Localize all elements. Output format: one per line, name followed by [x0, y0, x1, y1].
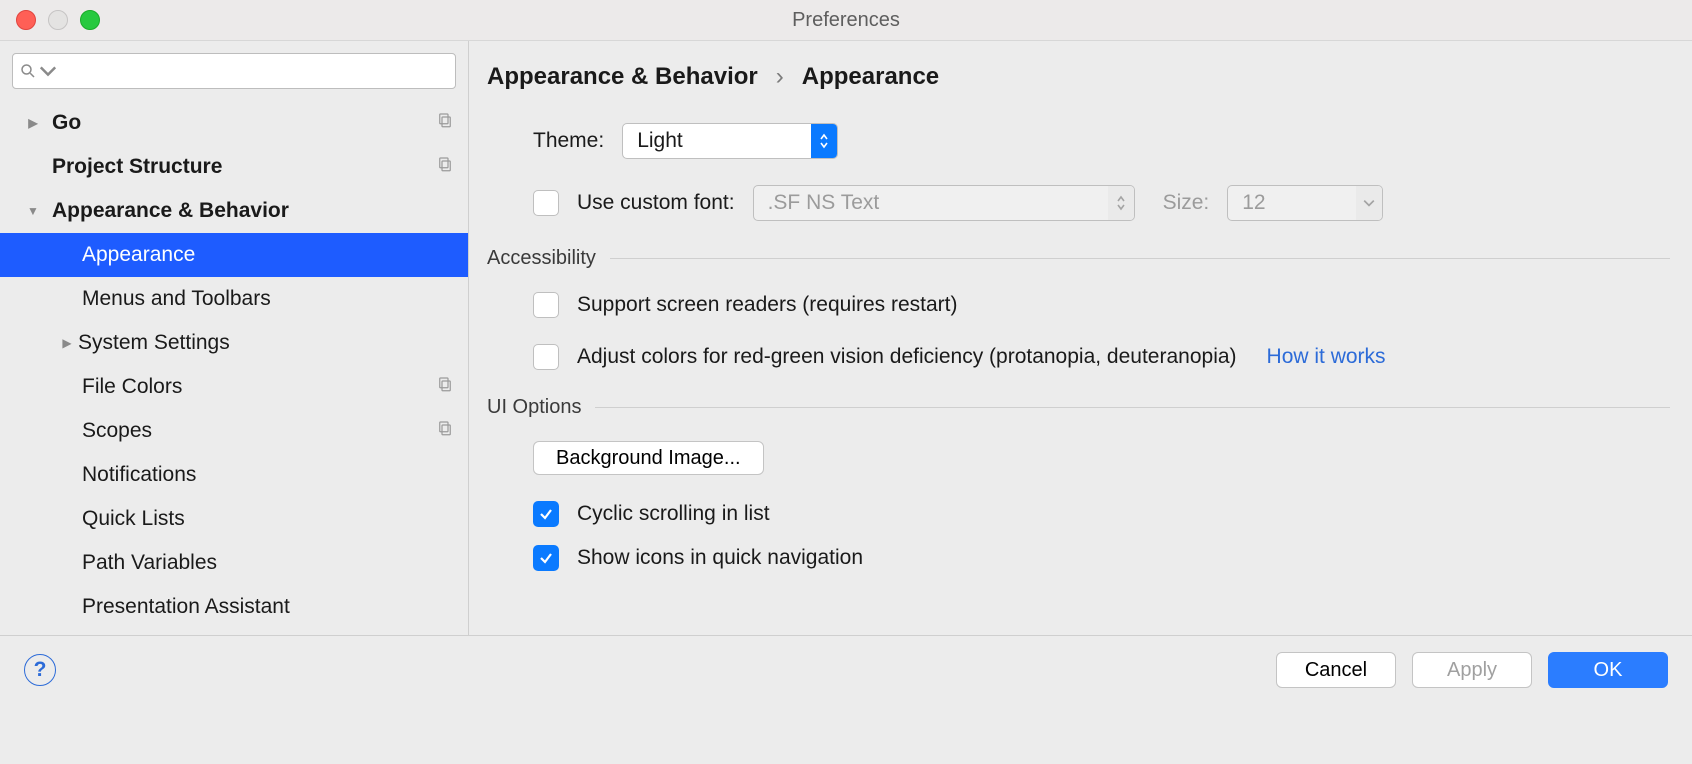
- window-title: Preferences: [0, 9, 1692, 32]
- tree-item-label: File Colors: [82, 375, 182, 399]
- color-adjust-checkbox[interactable]: [533, 344, 559, 370]
- chevron-down-icon: [39, 62, 57, 80]
- font-family-select: .SF NS Text: [753, 185, 1135, 221]
- use-custom-font-label: Use custom font:: [577, 191, 735, 215]
- breadcrumb: Appearance & Behavior › Appearance: [487, 63, 1692, 91]
- color-adjust-label: Adjust colors for red-green vision defic…: [577, 345, 1237, 369]
- tree-item[interactable]: Notifications: [0, 453, 468, 497]
- window-zoom-button[interactable]: [80, 10, 100, 30]
- project-scope-icon: [436, 375, 454, 399]
- project-scope-icon: [436, 419, 454, 443]
- tree-item-label: Quick Lists: [82, 507, 185, 531]
- tree-item-label: Appearance: [82, 243, 195, 267]
- tree-item-label: Notifications: [82, 463, 196, 487]
- tree-item[interactable]: Appearance & Behavior: [0, 189, 468, 233]
- chevron-down-icon: [22, 204, 44, 218]
- tree-item[interactable]: Go: [0, 101, 468, 145]
- tree-item-label: System Settings: [78, 331, 230, 355]
- breadcrumb-part: Appearance: [802, 63, 939, 91]
- tree-item-label: Menus and Toolbars: [82, 287, 271, 311]
- cancel-button[interactable]: Cancel: [1276, 652, 1396, 688]
- divider: [595, 407, 1670, 408]
- theme-select[interactable]: Light: [622, 123, 838, 159]
- section-title-accessibility: Accessibility: [487, 247, 596, 270]
- tree-item-label: Go: [52, 111, 81, 135]
- how-it-works-link[interactable]: How it works: [1267, 345, 1386, 369]
- ok-button[interactable]: OK: [1548, 652, 1668, 688]
- tree-item[interactable]: Path Variables: [0, 541, 468, 585]
- tree-item-label: Scopes: [82, 419, 152, 443]
- chevron-right-icon: [56, 336, 78, 350]
- search-icon: [19, 62, 37, 80]
- window-close-button[interactable]: [16, 10, 36, 30]
- tree-item-label: Appearance & Behavior: [52, 199, 289, 223]
- tree-item[interactable]: Scopes: [0, 409, 468, 453]
- tree-item[interactable]: Menus and Toolbars: [0, 277, 468, 321]
- divider: [610, 258, 1670, 259]
- check-icon: [539, 507, 553, 521]
- title-bar: Preferences: [0, 0, 1692, 41]
- search-field[interactable]: [63, 60, 449, 83]
- content-panel: Appearance & Behavior › Appearance Theme…: [469, 41, 1692, 635]
- show-icons-checkbox[interactable]: [533, 545, 559, 571]
- breadcrumb-part: Appearance & Behavior: [487, 63, 758, 91]
- tree-item[interactable]: Appearance: [0, 233, 468, 277]
- font-size-label: Size:: [1163, 191, 1210, 215]
- show-icons-label: Show icons in quick navigation: [577, 546, 863, 570]
- window-controls: [0, 10, 100, 30]
- check-icon: [539, 551, 553, 565]
- select-stepper-icon: [1108, 186, 1134, 220]
- project-scope-icon: [436, 155, 454, 179]
- tree-item-label: Path Variables: [82, 551, 217, 575]
- use-custom-font-checkbox[interactable]: [533, 190, 559, 216]
- font-size-select: 12: [1227, 185, 1383, 221]
- tree-item[interactable]: Project Structure: [0, 145, 468, 189]
- tree-item-label: Project Structure: [52, 155, 222, 179]
- tree-item[interactable]: File Colors: [0, 365, 468, 409]
- chevron-right-icon: [22, 116, 44, 130]
- font-family-value: .SF NS Text: [754, 186, 1108, 220]
- search-input[interactable]: [12, 53, 456, 89]
- chevron-down-icon: [1356, 186, 1382, 220]
- tree-item[interactable]: System Settings: [0, 321, 468, 365]
- apply-button[interactable]: Apply: [1412, 652, 1532, 688]
- window-minimize-button[interactable]: [48, 10, 68, 30]
- project-scope-icon: [436, 111, 454, 135]
- breadcrumb-sep: ›: [776, 63, 784, 91]
- screen-readers-checkbox[interactable]: [533, 292, 559, 318]
- cyclic-scrolling-label: Cyclic scrolling in list: [577, 502, 770, 526]
- sidebar: Go Project Structure Appearance & Behavior…: [0, 41, 469, 635]
- section-title-ui-options: UI Options: [487, 396, 581, 419]
- footer: ? Cancel Apply OK: [0, 635, 1692, 704]
- select-stepper-icon: [811, 124, 837, 158]
- font-size-value: 12: [1228, 186, 1356, 220]
- tree-item[interactable]: Quick Lists: [0, 497, 468, 541]
- cyclic-scrolling-checkbox[interactable]: [533, 501, 559, 527]
- background-image-button[interactable]: Background Image...: [533, 441, 764, 475]
- theme-label: Theme:: [533, 129, 604, 153]
- help-button[interactable]: ?: [24, 654, 56, 686]
- screen-readers-label: Support screen readers (requires restart…: [577, 293, 958, 317]
- tree-item-label: Presentation Assistant: [82, 595, 290, 619]
- theme-select-value: Light: [623, 124, 811, 158]
- tree-item[interactable]: Presentation Assistant: [0, 585, 468, 629]
- settings-tree: Go Project Structure Appearance & Behavior…: [0, 101, 468, 629]
